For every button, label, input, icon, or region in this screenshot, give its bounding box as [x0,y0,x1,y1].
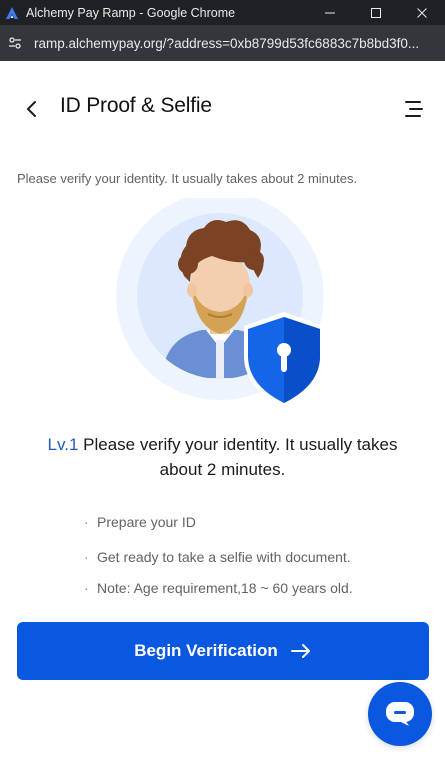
page-subtitle: Please verify your identity. It usually … [17,171,358,186]
close-icon[interactable] [399,0,445,25]
level-description: Lv.1 Please verify your identity. It usu… [40,432,405,482]
menu-icon[interactable] [400,95,428,123]
address-bar: ramp.alchemypay.org/?address=0xb8799d53f… [0,25,445,61]
chat-icon[interactable] [368,682,432,746]
arrow-right-icon [290,643,312,659]
back-arrow-icon[interactable] [18,95,46,123]
list-item: · Prepare your ID [84,514,196,530]
step-text: Get ready to take a selfie with document… [97,549,351,565]
identity-illustration [112,192,332,414]
step-text: Note: Age requirement,18 ~ 60 years old. [97,580,353,596]
alchemy-pay-logo-icon [4,5,20,21]
url-field[interactable]: ramp.alchemypay.org/?address=0xb8799d53f… [34,36,429,51]
step-text: Prepare your ID [97,514,196,530]
page-header: ID Proof & Selfie [0,61,445,155]
minimize-icon[interactable] [307,0,353,25]
shield-icon [244,312,324,408]
level-text: Please verify your identity. It usually … [78,435,398,479]
page-title: ID Proof & Selfie [60,94,212,117]
list-item: · Note: Age requirement,18 ~ 60 years old… [84,580,353,596]
begin-verification-label: Begin Verification [134,641,278,660]
browser-titlebar: Alchemy Pay Ramp - Google Chrome [0,0,445,25]
window-title: Alchemy Pay Ramp - Google Chrome [26,5,236,20]
begin-verification-button[interactable]: Begin Verification [17,622,429,680]
maximize-icon[interactable] [353,0,399,25]
level-tag: Lv.1 [47,435,79,454]
site-info-icon[interactable] [4,32,26,54]
list-item: · Get ready to take a selfie with documen… [84,549,351,565]
